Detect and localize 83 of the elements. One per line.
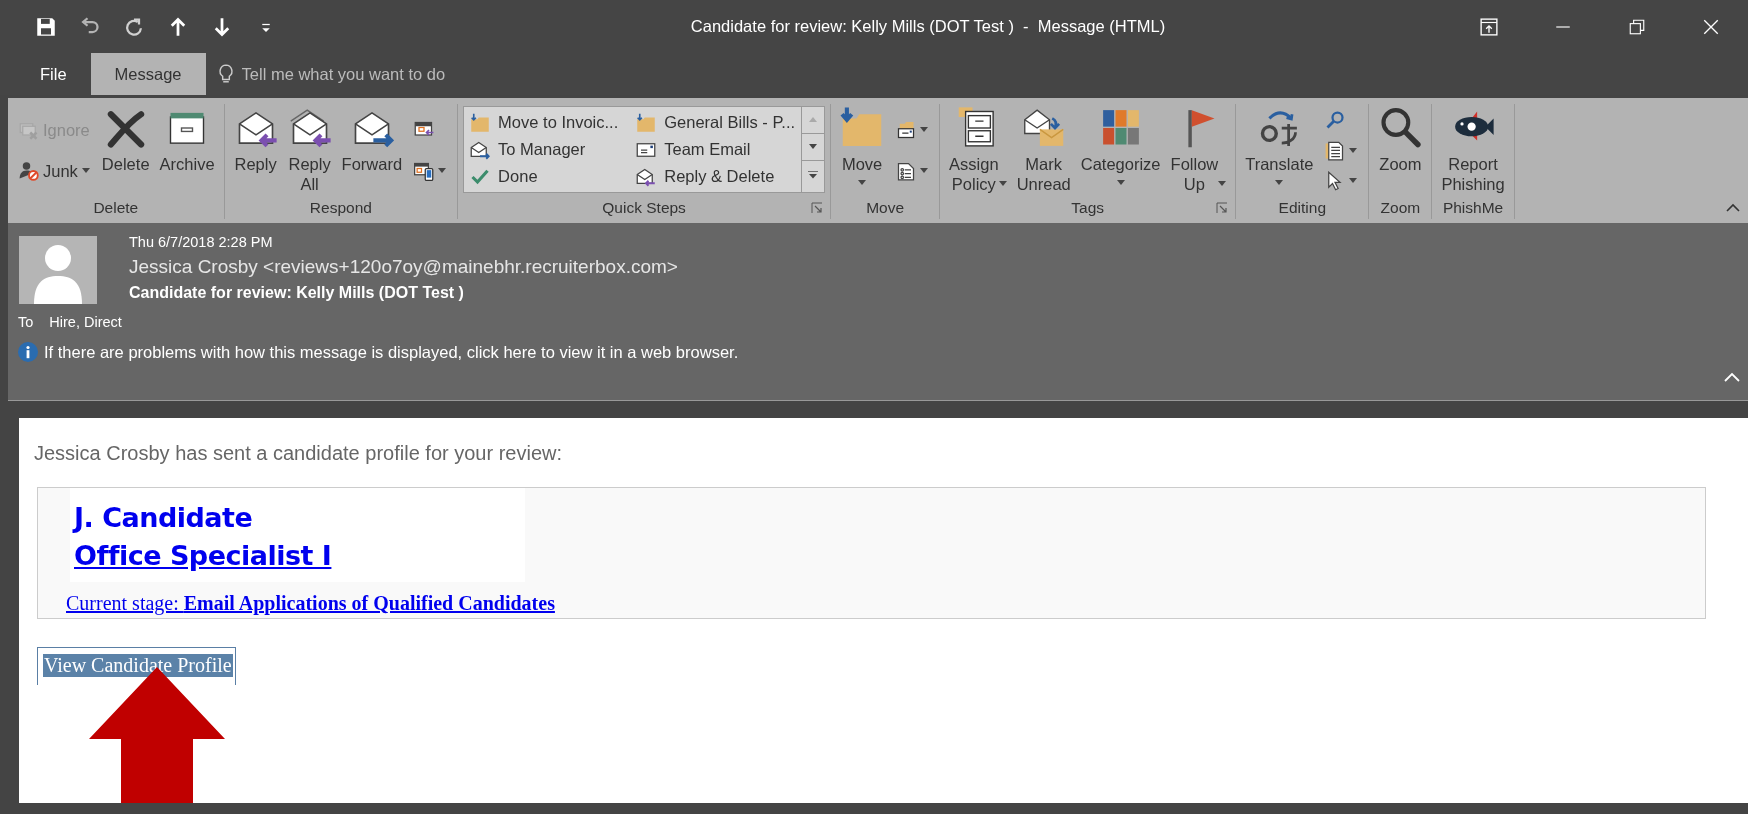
magnifier-icon [1378,106,1423,150]
ribbon-button[interactable]: Junk [17,156,92,186]
group-label: Tags [1071,199,1105,217]
candidate-name: J. Candidate [74,501,253,535]
ribbon-button[interactable]: Report Phishing [1437,104,1509,196]
menu-tab[interactable]: File [16,53,91,95]
caret-icon [1349,147,1358,154]
folder-envelope-icon [896,120,917,140]
envelope-reply-icon [636,166,657,187]
envelopes-x-icon [19,120,39,140]
menu-tab[interactable]: Message [90,53,206,95]
caret-icon [81,168,90,174]
group-label: Move [866,199,905,217]
group-label: Editing [1278,199,1326,217]
view-profile-button[interactable]: View Candidate Profile [43,654,233,677]
group-label: PhishMe [1442,199,1504,217]
caret-icon [438,168,447,174]
info-message[interactable]: If there are problems with how this message is displayed, click here to view it in a web browser. [44,342,739,362]
quick-step[interactable]: To Manager [470,136,619,163]
quick-step[interactable]: Done [470,163,619,190]
reply-all-icon [287,106,332,150]
caret-icon [1218,180,1227,187]
window-title: Candidate for review: Kelly Mills (DOT Test ) - Message (HTML) [689,17,1167,36]
folder-arrow-icon [470,112,491,133]
ribbon-button[interactable]: Mark Unread [1012,104,1075,196]
stage-link[interactable]: Current stage: Email Applications of Qualified Candidates [66,592,555,615]
caret-icon [1349,178,1358,185]
ribbon-button[interactable]: Follow Up [1166,104,1231,196]
ribbon-button[interactable]: Zoom [1374,104,1427,176]
ribbon-button[interactable]: Categorize [1076,104,1165,192]
position-link[interactable]: Office Specialist I [74,536,332,576]
caret-icon [1116,180,1125,186]
group-label: Zoom [1380,199,1421,217]
lightbulb-icon [217,64,234,84]
more-caret-icon [808,170,819,179]
message-subject: Candidate for review: Kelly Mills (DOT Test ) [129,284,465,302]
quick-step[interactable]: Reply & Delete [636,163,796,190]
search-icon [1325,109,1346,130]
caret-icon [920,127,929,133]
ribbon-button[interactable]: Forward [337,104,407,176]
dialog-launcher-icon[interactable] [1216,202,1229,214]
ribbon-button[interactable]: Reply All [283,104,336,196]
collapse-ribbon-icon[interactable] [1726,203,1740,213]
ribbon-button[interactable]: Archive [155,104,219,176]
calendar-phone-icon [414,161,435,181]
up-caret-icon [809,117,818,123]
recipient: Hire, Direct [49,314,122,330]
down-arrow-icon[interactable] [212,16,232,37]
redo-icon[interactable] [124,16,144,37]
document-icon [1325,140,1346,161]
close-icon[interactable] [1702,17,1720,36]
quick-step[interactable]: Team Email [636,136,796,163]
folder-arrow-icon [636,112,657,133]
checklist-icon [896,161,917,181]
intro-text: Jessica Crosby has sent a candidate profile for your review: [34,442,564,465]
quick-step[interactable]: Move to Invoic... [470,109,619,136]
group-label: Quick Steps [602,199,686,217]
caret-icon [920,168,929,174]
group-label: Respond [309,199,372,217]
caret-icon [998,180,1007,187]
ribbon-button[interactable]: Translate [1241,104,1318,192]
collapse-header-icon[interactable] [1724,372,1740,382]
caret-icon [858,180,867,186]
caret-icon [809,144,818,150]
quick-step[interactable]: General Bills - P... [636,109,796,136]
save-icon[interactable] [36,16,56,37]
message-date: Thu 6/7/2018 2:28 PM [129,234,274,250]
ribbon-button[interactable]: Move [836,104,889,192]
person-blocked-icon [19,161,39,181]
sender: Jessica Crosby <reviews+120o7oy@mainebhr.recruiterbox.com> [129,256,678,278]
up-arrow-icon[interactable] [168,16,188,37]
group-label: Delete [93,199,139,217]
restore-icon[interactable] [1628,17,1646,36]
search-field[interactable]: Tell me what you want to do [241,64,502,84]
ribbon-button[interactable]: Delete [97,104,154,176]
ribbon-display-icon[interactable] [1480,17,1498,36]
caret-icon [1275,180,1284,186]
envelope-forward-icon [470,139,491,160]
to-label: To [18,314,34,330]
ribbon-button[interactable]: Reply [229,104,282,176]
info-icon [18,342,38,362]
ribbon-button[interactable]: Assign Policy [945,104,1011,196]
dialog-launcher-icon[interactable] [811,202,824,214]
